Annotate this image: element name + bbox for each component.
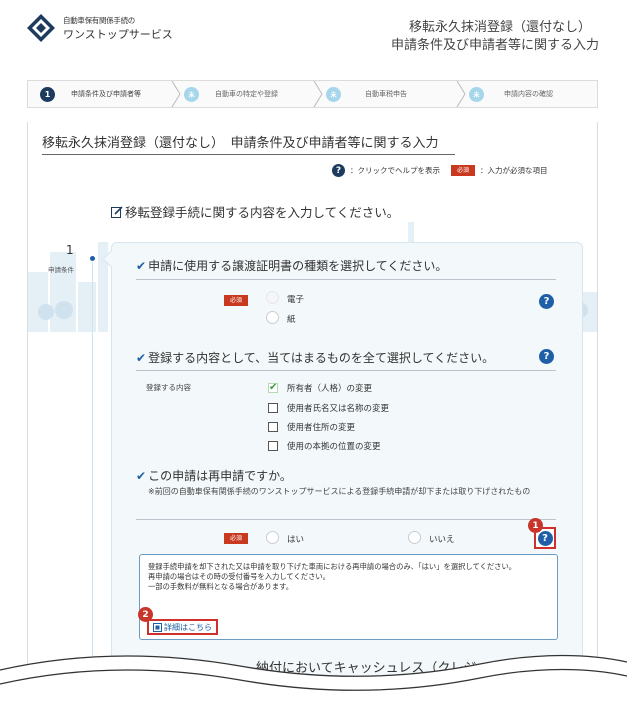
q3-label-text: この申請は再申請ですか。	[148, 469, 292, 483]
step-3: 未 自動車税申告	[326, 81, 407, 107]
header-title-line2: 申請条件及び申請者等に関する入力	[390, 38, 599, 53]
section-heading-text: 移転登録手続に関する内容を入力してください。	[125, 205, 400, 220]
check-icon: ✔	[136, 469, 147, 483]
option-no-label: いいえ	[429, 535, 455, 545]
progress-steps: 1 申請条件及び申請者等 未 自動車の特定や登録 未 自動車税申告 未 申請内容…	[27, 80, 598, 108]
radio-paper[interactable]	[266, 311, 279, 324]
org-line: 自動車保有関係手続の	[63, 16, 135, 25]
option-user-address-change-label: 使用者住所の変更	[287, 423, 356, 433]
q2-divider	[136, 370, 556, 371]
q3-label: ✔ この申請は再申請ですか。	[136, 467, 292, 484]
option-owner-change-label: 所有者（人格）の変更	[287, 384, 373, 394]
app-header: 自動車保有関係手続の ワンストップサービス 移転永久抹消登録（還付なし） 申請条…	[0, 0, 627, 70]
q2-label: ✔ 登録する内容として、当てはまるものを全て選択してください。	[136, 349, 494, 366]
check-icon: ✔	[136, 259, 147, 273]
field-label: 登録する内容	[146, 383, 191, 392]
checkbox-base-location-change[interactable]	[268, 441, 278, 451]
step-number: 未	[326, 86, 341, 102]
annotation-badge-1: 1	[528, 518, 543, 533]
page-cut-wave	[0, 654, 627, 711]
side-step-label: 申請条件	[48, 266, 74, 274]
required-badge: 必須	[224, 295, 249, 306]
title-divider	[42, 154, 455, 155]
option-paper-label: 紙	[287, 315, 296, 325]
q1-label-text: 申請に使用する譲渡証明書の種類を選択してください。	[148, 259, 448, 273]
page-title: 移転永久抹消登録（還付なし） 申請条件及び申請者等に関する入力	[42, 136, 439, 151]
help-icon[interactable]: ?	[539, 349, 554, 364]
step-4: 未 申請内容の確認	[469, 81, 553, 107]
side-step-dot	[90, 256, 95, 261]
help-icon[interactable]: ?	[539, 294, 554, 309]
checkbox-user-name-change[interactable]	[268, 403, 278, 413]
radio-no[interactable]	[408, 531, 421, 544]
checkbox-owner-change[interactable]: ✔	[268, 383, 278, 393]
step-label: 申請条件及び申請者等	[71, 90, 141, 98]
step-number: 未	[184, 86, 199, 102]
check-icon: ✔	[136, 351, 147, 365]
option-yes-label: はい	[287, 535, 305, 545]
radio-yes[interactable]	[266, 531, 279, 544]
legend: ? ：クリックでヘルプを表示 必須 ：入力が必須な項目	[332, 164, 548, 177]
help-icon[interactable]: ?	[537, 530, 553, 546]
chevron-right-icon	[456, 81, 466, 107]
legend-required-text: ：入力が必須な項目	[480, 166, 548, 175]
step-2: 未 自動車の特定や登録	[184, 81, 278, 107]
help-info-box: 登録手続申請を却下された又は申請を取り下げた車両における再申請の場合のみ、「はい…	[139, 554, 558, 640]
section-heading: 移転登録手続に関する内容を入力してください。	[111, 202, 399, 221]
logo-icon	[27, 14, 55, 42]
option-base-location-change-label: 使用の本拠の位置の変更	[287, 442, 381, 452]
q1-divider	[136, 279, 556, 280]
main-panel: 移転永久抹消登録（還付なし） 申請条件及び申請者等に関する入力 ? ：クリックで…	[27, 122, 598, 711]
required-badge: 必須	[451, 165, 476, 176]
step-label: 自動車の特定や登録	[215, 90, 278, 98]
q2-label-text: 登録する内容として、当てはまるものを全て選択してください。	[148, 351, 495, 365]
q3-note: ※前回の自動車保有関係手続のワンストップサービスによる登録手続申請が却下または取…	[148, 487, 531, 496]
header-title-line1: 移転永久抹消登録（還付なし）	[408, 20, 591, 35]
external-link-icon	[153, 622, 162, 632]
help-info-text: 登録手続申請を却下された又は申請を取り下げた車両における再申請の場合のみ、「はい…	[148, 562, 517, 591]
q3-divider	[136, 519, 556, 520]
chevron-right-icon	[313, 81, 323, 107]
step-number: 未	[469, 86, 484, 102]
help-icon: ?	[332, 164, 345, 177]
step-number: 1	[40, 86, 55, 102]
legend-help-text: ：クリックでヘルプを表示	[350, 166, 440, 175]
details-link[interactable]: 詳細はこちら	[147, 619, 218, 635]
step-1: 1 申請条件及び申請者等	[40, 81, 141, 107]
step-label: 申請内容の確認	[504, 90, 553, 98]
chevron-right-icon	[171, 81, 181, 107]
q1-label: ✔ 申請に使用する譲渡証明書の種類を選択してください。	[136, 257, 447, 274]
radio-electronic[interactable]	[266, 291, 279, 304]
required-badge: 必須	[224, 533, 249, 544]
service-name: ワンストップサービス	[63, 28, 173, 41]
edit-icon	[111, 206, 123, 218]
details-link-text: 詳細はこちら	[164, 622, 212, 632]
step-label: 自動車税申告	[365, 90, 407, 98]
option-electronic-label: 電子	[287, 295, 305, 305]
side-step-number: 1	[66, 243, 74, 257]
checkbox-user-address-change[interactable]	[268, 422, 278, 432]
annotation-badge-2: 2	[138, 607, 153, 622]
option-user-name-change-label: 使用者氏名又は名称の変更	[287, 404, 390, 414]
